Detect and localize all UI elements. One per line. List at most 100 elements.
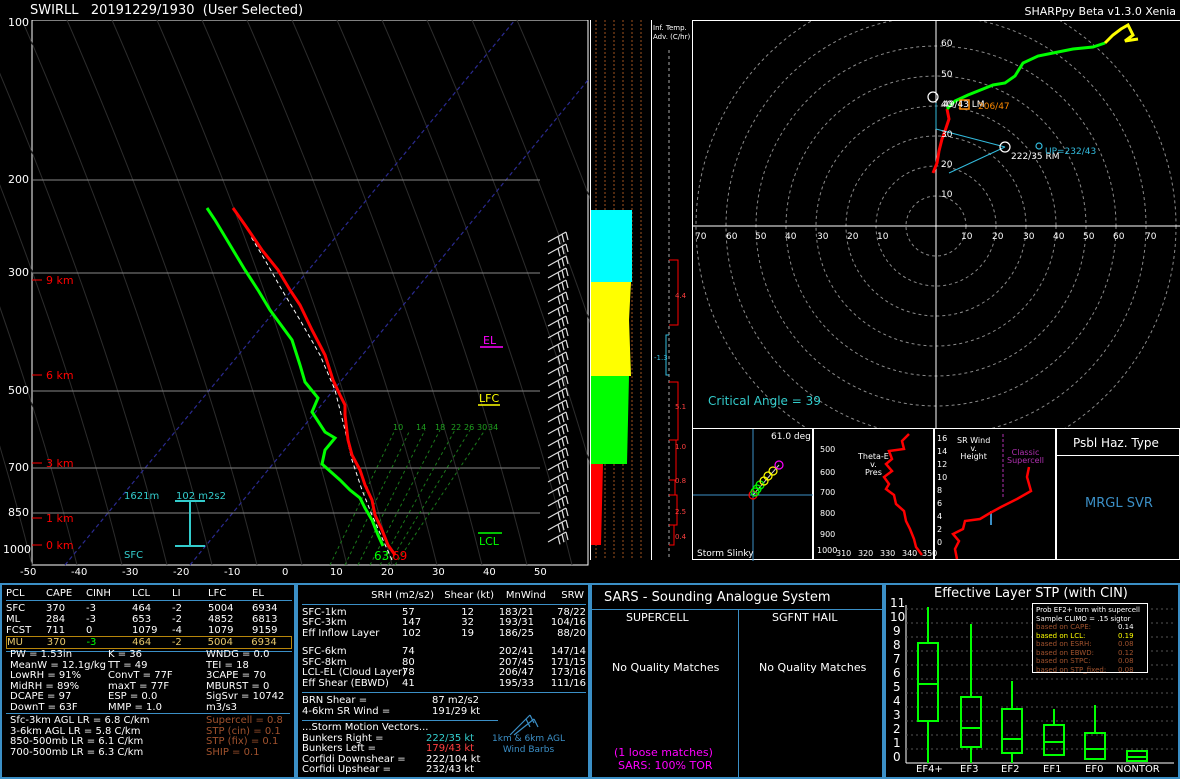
index-value: ESP = 0.0 [108, 691, 158, 702]
sars-panel: SARS - Sounding Analogue System SUPERCEL… [590, 583, 884, 779]
sfc-dewpoint-label: 63 [374, 549, 390, 563]
hodograph-panel[interactable]: 70 60 50 40 30 20 10 10 20 30 40 50 60 7… [692, 20, 1180, 429]
legend-value: 0.12 [1118, 648, 1134, 657]
y-tick-label: 5 [893, 680, 901, 694]
x-tick-label: EF1 [1043, 764, 1062, 775]
x-tick-label: 330 [880, 549, 896, 558]
motion-label: Corfidi Upshear = [302, 764, 391, 775]
legend-label: based on EBWD: [1036, 648, 1094, 657]
table-cell: Eff Shear (EBWD) [302, 677, 389, 689]
x-tick-label: -50 [20, 567, 37, 578]
column-header: PCL [6, 588, 25, 599]
table-row[interactable]: SFC 370 -3 464 -2 5004 6934 [6, 603, 292, 614]
table-cell: 6934 [251, 637, 277, 648]
x-tick-label: NONTOR [1116, 764, 1160, 775]
y-tick-label: 0 [937, 538, 943, 547]
table-cell: MU [7, 637, 23, 648]
lcl-label: LCL [479, 535, 499, 548]
legend-value: 0.08 [1118, 665, 1134, 674]
supercell-header: SUPERCELL [626, 611, 689, 624]
table-cell: 111/16 [550, 677, 586, 689]
y-tick-label: 1000 [3, 543, 31, 556]
table-cell: 202/41 [498, 646, 534, 657]
legend-label: based on CAPE: [1036, 623, 1091, 631]
y-tick-label: 800 [820, 509, 836, 518]
x-tick-label: EF4+ [916, 764, 943, 775]
legend-row: based on CAPE: 0.14 [1036, 623, 1144, 632]
hazard-value: MRGL SVR [1085, 496, 1153, 511]
sfc-temp-label: 69 [392, 549, 408, 563]
mean-wind-label: 206/47 [978, 102, 1010, 112]
sfc-label: SFC [124, 550, 144, 561]
composite-value: STP (fix) = 0.1 [206, 736, 279, 747]
svg-text:1 km: 1 km [46, 512, 74, 525]
x-tick-label: -20 [173, 567, 190, 578]
column-header: CAPE [46, 588, 73, 599]
temp-advection-panel: Inf. Temp. Adv. (C/hr) 4.4 -1.3 5.1 1.0 … [650, 20, 693, 560]
y-tick-label: 700 [820, 488, 836, 497]
y-tick-label: 3 [893, 708, 901, 722]
stp-legend: Prob EF2+ torn with supercell Sample CLI… [1032, 603, 1148, 674]
brn-shear-row: BRN Shear = 87 m2/s2 [302, 695, 586, 707]
svg-text:6 km: 6 km [46, 369, 74, 382]
table-cell: 173/16 [550, 667, 586, 678]
table-cell: -4 [172, 625, 182, 636]
index-value: PW = 1.53in [10, 649, 73, 660]
skewt-panel[interactable]: 10 14 18 22 26 30 34 9 km 6 km 3 km 1 km 0 km 10… [0, 16, 590, 582]
index-value: K = 36 [108, 649, 143, 660]
hail-header: SGFNT HAIL [772, 611, 838, 624]
x-tick-label: 0 [282, 567, 289, 578]
x-tick-label: 40 [483, 567, 496, 578]
table-cell: 1079 [132, 625, 158, 636]
x-tick-label: 30 [432, 567, 445, 578]
table-cell: 147 [402, 617, 422, 628]
legend-subtitle: Sample CLIMO = .15 sigtor [1036, 614, 1131, 623]
el-label: EL [483, 334, 497, 347]
hodo-ring-label: 30 [1023, 232, 1035, 242]
legend-value: 0.19 [1118, 631, 1134, 640]
lapse-value: 700-500mb LR = 6.3 C/km [10, 746, 144, 758]
table-cell: FCST [6, 625, 32, 636]
table-row[interactable]: ML 284 -3 653 -2 4852 6813 [6, 614, 292, 625]
y-tick-label: 16 [937, 434, 948, 443]
y-tick-label: 300 [8, 266, 29, 279]
y-tick-label: 2 [893, 722, 901, 736]
svg-text:22: 22 [451, 423, 461, 432]
hodo-ring-label: 50 [941, 70, 953, 80]
table-cell: 284 [46, 614, 66, 625]
table-row-selected[interactable]: MU 370 -3 464 -2 5004 6934 [6, 636, 292, 649]
index-value: MMP = 1.0 [108, 701, 162, 713]
brn-shear-label: BRN Shear = [302, 695, 368, 706]
table-cell: -2 [172, 603, 182, 614]
table-row[interactable]: FCST 711 0 1079 -4 1079 9159 [6, 625, 292, 636]
table-cell: 186/25 [498, 627, 534, 639]
temp-advection-value: 4.4 [675, 292, 687, 300]
column-header: SRH (m2/s2) [371, 590, 434, 601]
table-cell: 711 [46, 625, 66, 636]
y-tick-label: 100 [8, 16, 29, 29]
y-tick-label: 1000 [817, 546, 838, 555]
lapse-rates: Sfc-3km AGL LR = 6.8 C/km 3-6km AGL LR =… [10, 715, 149, 758]
legend-row: based on STPC: 0.08 [1036, 657, 1144, 666]
supercell-label: Classic Supercell [1007, 448, 1045, 465]
y-tick-label: 200 [8, 173, 29, 186]
y-tick-label: 600 [820, 468, 836, 477]
column-header: LFC [208, 588, 227, 599]
hodo-ring-label: 20 [992, 232, 1004, 242]
index-col-3: WNDG = 0.0 TEI = 18 3CAPE = 70 MBURST = … [206, 649, 294, 713]
y-tick-label: 4 [893, 694, 901, 708]
eff-srh-label: 102 m2s2 [176, 491, 226, 502]
table-cell: 19 [461, 627, 474, 639]
x-tick-label: EF0 [1085, 764, 1104, 775]
table-cell: -3 [86, 603, 96, 614]
y-tick-label: 500 [8, 384, 29, 397]
table-cell: 464 [132, 603, 152, 614]
svg-text:14: 14 [416, 423, 426, 432]
table-row: Eff Inflow Layer 102 19 186/25 88/20 [302, 627, 586, 640]
legend-row: based on EBWD: 0.12 [1036, 649, 1144, 658]
table-cell: 4852 [208, 614, 234, 625]
table-row: SRH (m2/s2) Shear (kt) MnWind SRW [302, 590, 586, 602]
hodo-ring-label: 10 [941, 190, 953, 200]
motion-value: 179/43 kt [426, 743, 475, 754]
wind-barb-label: 1km & 6km AGL Wind Barbs [492, 734, 565, 755]
